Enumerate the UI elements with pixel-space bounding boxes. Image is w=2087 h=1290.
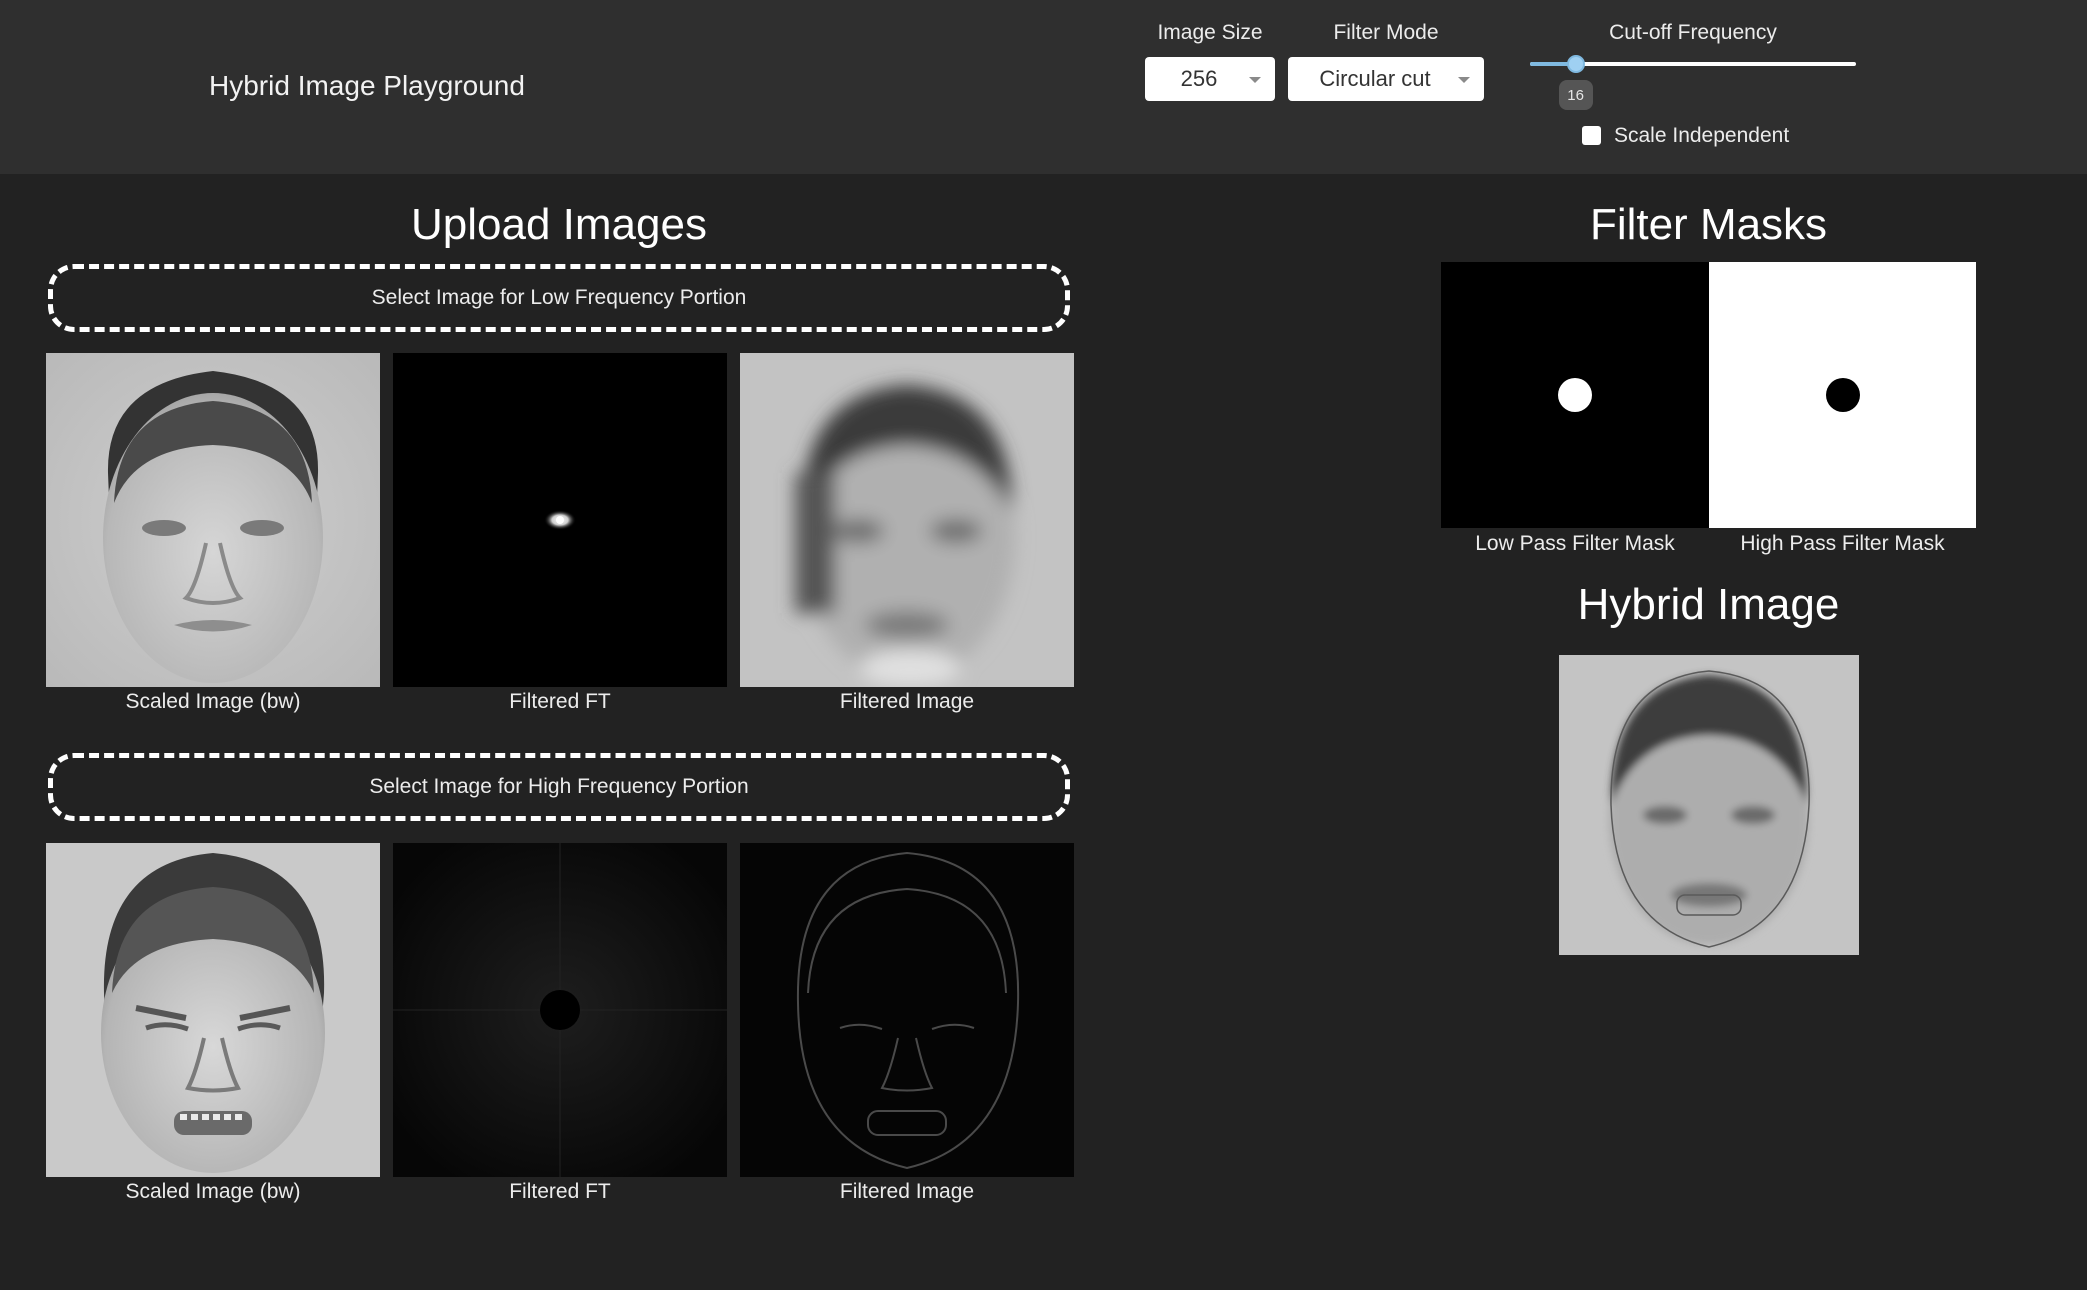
hybrid-image-title: Hybrid Image [1577, 580, 1840, 629]
high-caption-ft: Filtered FT [509, 1180, 611, 1203]
high-filtered-ft [393, 843, 727, 1177]
app-title: Hybrid Image Playground [209, 70, 525, 101]
cutoff-slider-thumb[interactable] [1566, 55, 1585, 73]
low-pass-mask-label: Low Pass Filter Mask [1475, 532, 1675, 555]
cutoff-value-badge: 16 [1558, 80, 1593, 110]
high-frequency-dropzone[interactable]: Select Image for High Frequency Portion [48, 753, 1070, 821]
low-scaled-image [46, 353, 380, 687]
image-size-label: Image Size [1157, 21, 1263, 44]
high-pass-mask-circle [1826, 378, 1860, 412]
high-scaled-image [46, 843, 380, 1177]
low-pass-mask-circle [1558, 378, 1592, 412]
scale-independent-label: Scale Independent [1614, 124, 1790, 147]
low-pass-mask [1441, 262, 1709, 528]
low-caption-filtered: Filtered Image [839, 690, 975, 713]
low-caption-ft: Filtered FT [509, 690, 611, 713]
high-filtered-image [740, 843, 1074, 1177]
low-frequency-dropzone[interactable]: Select Image for Low Frequency Portion [48, 264, 1070, 332]
filter-masks-title: Filter Masks [1589, 200, 1828, 249]
high-caption-filtered: Filtered Image [839, 1180, 975, 1203]
high-pass-mask-label: High Pass Filter Mask [1740, 532, 1945, 555]
filter-mode-label: Filter Mode [1333, 21, 1439, 44]
low-filtered-image [740, 353, 1074, 687]
chevron-down-icon [1458, 77, 1470, 83]
hybrid-image [1559, 655, 1859, 955]
chevron-down-icon [1249, 77, 1261, 83]
cutoff-label: Cut-off Frequency [1609, 21, 1777, 44]
filter-mode-select[interactable]: Circular cut [1288, 57, 1484, 101]
image-size-select[interactable]: 256 [1145, 57, 1275, 101]
low-filtered-ft [393, 353, 727, 687]
high-caption-scaled: Scaled Image (bw) [125, 1180, 301, 1203]
image-size-value: 256 [1180, 66, 1218, 91]
upload-images-title: Upload Images [411, 200, 707, 249]
low-caption-scaled: Scaled Image (bw) [125, 690, 301, 713]
high-pass-mask [1709, 262, 1976, 528]
filter-mode-value: Circular cut [1319, 66, 1431, 91]
top-bar: Hybrid Image Playground Image Size 256 F… [0, 0, 2087, 174]
scale-independent-checkbox[interactable] [1582, 126, 1601, 145]
